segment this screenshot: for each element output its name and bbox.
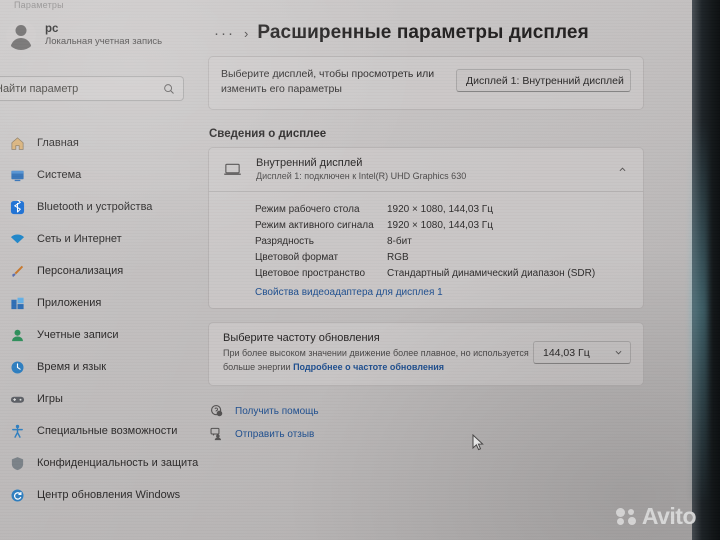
home-icon xyxy=(11,136,24,150)
sidebar-item-label: Главная xyxy=(37,137,79,149)
avito-wordmark: Avito xyxy=(641,503,697,529)
bezel-glow xyxy=(690,120,708,500)
settings-window: Параметры pc Локальная учетная запись Гл… xyxy=(0,0,692,540)
account-subtitle: Локальная учетная запись xyxy=(45,36,163,48)
help-links: Получить помощь Отправить отзыв xyxy=(210,404,664,441)
update-icon xyxy=(11,489,24,501)
clock-icon xyxy=(11,361,24,373)
spec-value: 1920 × 1080, 144,03 Гц xyxy=(387,219,493,231)
account-tile[interactable]: pc Локальная учетная запись xyxy=(0,14,196,56)
send-feedback-row[interactable]: Отправить отзыв xyxy=(210,427,664,441)
display-info-header[interactable]: Внутренний дисплей Дисплей 1: подключен … xyxy=(209,148,643,191)
spec-key: Режим активного сигнала xyxy=(255,219,374,231)
laptop-monitor-icon xyxy=(224,163,241,175)
send-feedback-label: Отправить отзыв xyxy=(235,428,315,440)
refresh-rate-learn-more-link[interactable]: Подробнее о частоте обновления xyxy=(293,362,444,372)
spec-value: 8-бит xyxy=(387,235,412,247)
sidebar-item-accessibility[interactable]: Специальные возможности xyxy=(0,416,190,446)
sidebar-item-gaming[interactable]: Игры xyxy=(0,384,190,414)
breadcrumb: ··· › Расширенные параметры дисплея xyxy=(196,0,664,44)
display-info-card: Внутренний дисплей Дисплей 1: подключен … xyxy=(208,147,644,310)
gaming-icon xyxy=(10,396,25,403)
spec-key: Режим рабочего стола xyxy=(255,203,360,215)
refresh-rate-card: Выберите частоту обновления При более вы… xyxy=(208,322,644,387)
page-title: Расширенные параметры дисплея xyxy=(257,22,589,43)
sidebar-item-label: Время и язык xyxy=(37,361,107,373)
apps-icon xyxy=(11,297,24,309)
sidebar-item-bluetooth[interactable]: Bluetooth и устройства xyxy=(0,192,190,222)
sidebar-item-label: Персонализация xyxy=(37,265,124,277)
chevron-up-icon[interactable] xyxy=(618,165,627,174)
search-box[interactable] xyxy=(0,76,184,101)
spec-value: 1920 × 1080, 144,03 Гц xyxy=(387,203,493,215)
sidebar: pc Локальная учетная запись Главная xyxy=(0,14,198,501)
brush-icon xyxy=(12,265,24,277)
display-name: Внутренний дисплей xyxy=(256,157,363,170)
search-icon xyxy=(164,83,174,94)
spec-value: RGB xyxy=(387,251,409,263)
sidebar-item-label: Конфиденциальность и защита xyxy=(37,457,199,469)
spec-key: Цветовое пространство xyxy=(255,267,366,279)
bluetooth-icon xyxy=(10,199,25,214)
refresh-rate-dropdown[interactable]: 144,03 Гц xyxy=(533,341,631,365)
breadcrumb-separator: › xyxy=(244,25,249,41)
breadcrumb-overflow-button[interactable]: ··· xyxy=(214,26,235,41)
avito-watermark: Avito xyxy=(615,503,697,529)
sidebar-item-system[interactable]: Система xyxy=(0,160,190,190)
spec-row: Режим рабочего стола 1920 × 1080, 144,03… xyxy=(209,201,643,217)
sidebar-item-time-language[interactable]: Время и язык xyxy=(0,352,190,382)
get-help-label: Получить помощь xyxy=(235,405,319,417)
spec-row: Цветовой формат RGB xyxy=(209,249,643,265)
chevron-down-icon xyxy=(615,351,622,355)
content-pane: ··· › Расширенные параметры дисплея Выбе… xyxy=(196,0,664,540)
avatar xyxy=(6,20,36,50)
system-icon xyxy=(11,170,24,181)
refresh-rate-description: При более высоком значении движение боле… xyxy=(223,347,533,374)
sidebar-item-personalization[interactable]: Персонализация xyxy=(0,256,190,286)
search-input[interactable] xyxy=(0,82,163,95)
display-connection: Дисплей 1: подключен к Intel(R) UHD Grap… xyxy=(256,171,467,182)
spec-row: Режим активного сигнала 1920 × 1080, 144… xyxy=(209,217,643,233)
sidebar-item-label: Приложения xyxy=(37,297,102,309)
account-name: pc xyxy=(45,22,59,35)
send-feedback-icon xyxy=(210,428,222,441)
spec-row: Цветовое пространство Стандартный динами… xyxy=(209,265,643,281)
sidebar-item-home[interactable]: Главная xyxy=(0,128,190,158)
spec-row: Разрядность 8-бит xyxy=(209,233,643,249)
sidebar-item-label: Специальные возможности xyxy=(37,425,178,437)
avito-logo-icon xyxy=(615,508,637,525)
display-selector-dropdown[interactable]: Дисплей 1: Внутренний дисплей xyxy=(456,69,631,92)
sidebar-item-label: Bluetooth и устройства xyxy=(37,201,153,213)
refresh-rate-title: Выберите частоту обновления xyxy=(223,332,380,345)
display-selector-card: Выберите дисплей, чтобы просмотреть или … xyxy=(208,56,644,111)
sidebar-item-label: Учетные записи xyxy=(37,329,119,341)
sidebar-item-label: Игры xyxy=(37,393,63,405)
display-specs-list: Режим рабочего стола 1920 × 1080, 144,03… xyxy=(209,192,643,308)
app-title: Параметры xyxy=(14,0,64,10)
sidebar-item-privacy[interactable]: Конфиденциальность и защита xyxy=(0,448,198,478)
get-help-icon xyxy=(211,405,223,417)
spec-key: Разрядность xyxy=(255,235,314,247)
refresh-rate-value: 144,03 Гц xyxy=(543,346,590,359)
accessibility-icon xyxy=(12,424,23,438)
sidebar-item-label: Сеть и Интернет xyxy=(37,233,122,245)
sidebar-item-network[interactable]: Сеть и Интернет xyxy=(0,224,190,254)
spec-key: Цветовой формат xyxy=(255,251,339,263)
sidebar-nav: Главная Система Bluetooth и устройства С… xyxy=(0,126,198,512)
display-selector-description: Выберите дисплей, чтобы просмотреть или … xyxy=(221,68,435,96)
sidebar-item-accounts[interactable]: Учетные записи xyxy=(0,320,190,350)
display-selector-value: Дисплей 1: Внутренний дисплей xyxy=(466,74,624,87)
adapter-properties-link[interactable]: Свойства видеоадаптера для дисплея 1 xyxy=(209,281,643,300)
get-help-row[interactable]: Получить помощь xyxy=(210,404,664,418)
sidebar-item-apps[interactable]: Приложения xyxy=(0,288,190,318)
sidebar-item-label: Система xyxy=(37,169,82,181)
shield-icon xyxy=(11,456,24,470)
network-icon xyxy=(10,233,25,243)
sidebar-item-windows-update[interactable]: Центр обновления Windows xyxy=(0,480,190,510)
accounts-icon xyxy=(12,329,23,341)
sidebar-item-label: Центр обновления Windows xyxy=(37,489,181,501)
display-info-section-title: Сведения о дисплее xyxy=(209,128,327,141)
spec-value: Стандартный динамический диапазон (SDR) xyxy=(387,267,596,279)
